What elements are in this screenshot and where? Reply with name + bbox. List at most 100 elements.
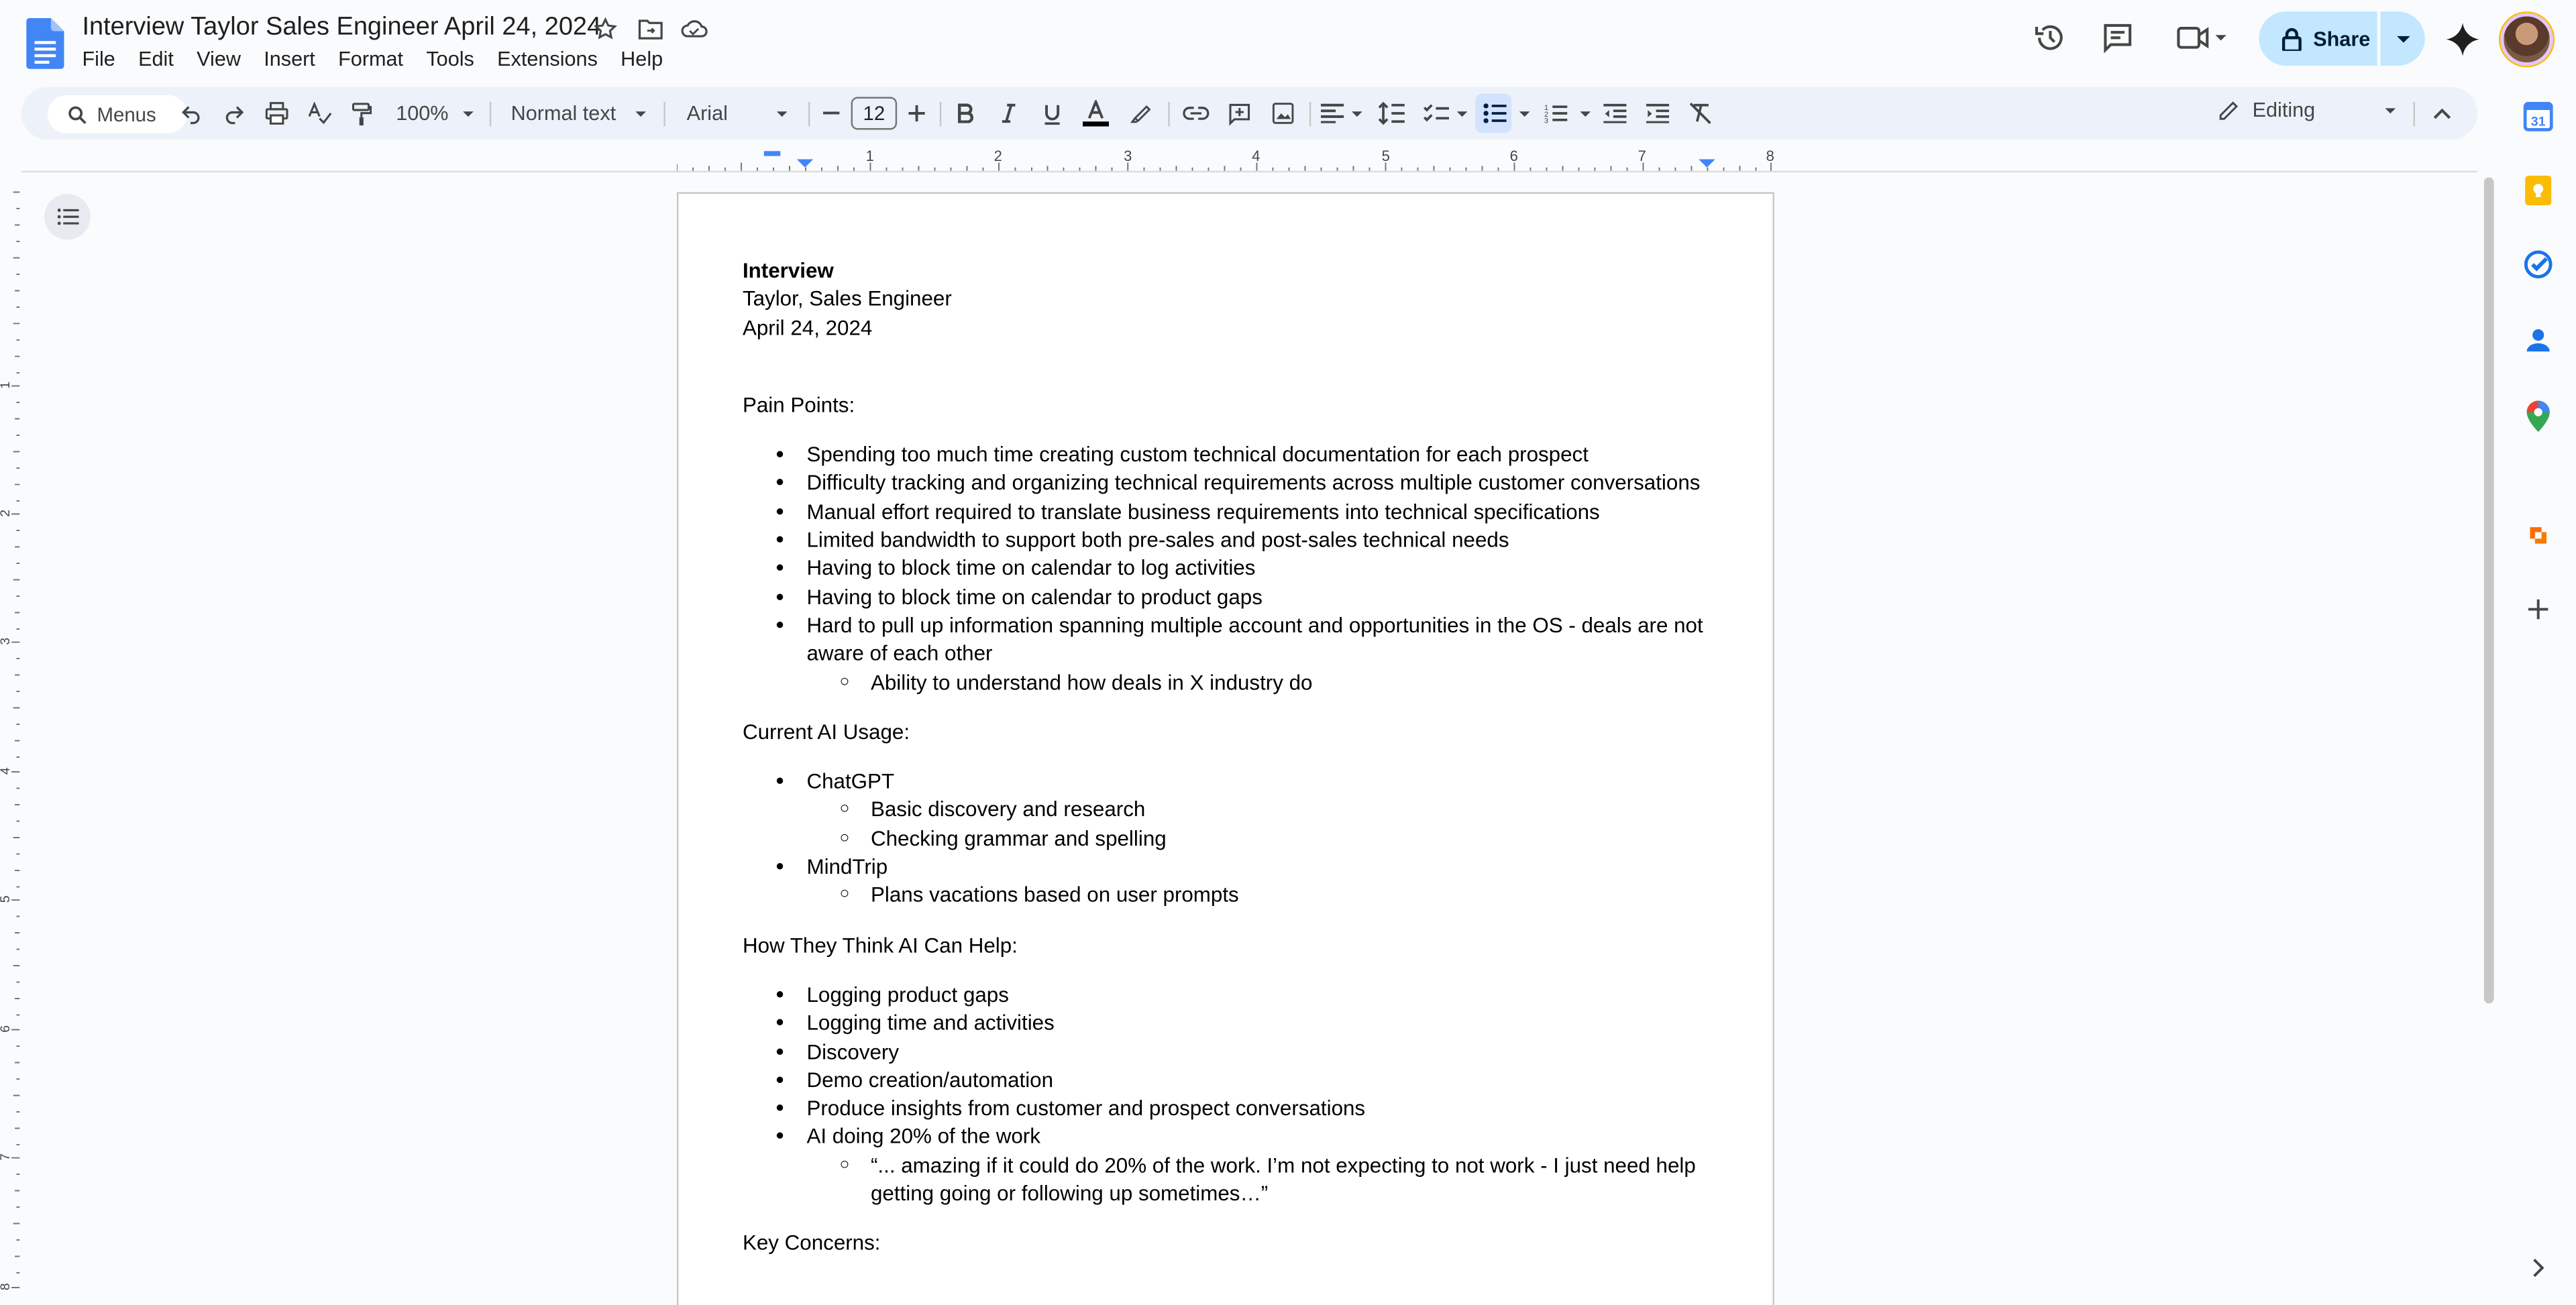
- sub-list-item: Ability to understand how deals in X ind…: [743, 668, 1728, 697]
- search-menus-input[interactable]: Menus: [48, 95, 188, 133]
- zoom-select[interactable]: 100%: [394, 97, 476, 129]
- doc-subtitle: Taylor, Sales Engineer: [742, 286, 952, 311]
- bold-icon[interactable]: [955, 97, 977, 129]
- doc-heading: Interview: [742, 258, 834, 283]
- underline-icon[interactable]: [1040, 97, 1063, 129]
- list-item: Logging time and activities: [743, 1009, 1728, 1037]
- vruler-label: 8: [0, 1283, 13, 1290]
- menu-extensions[interactable]: Extensions: [486, 46, 609, 72]
- paragraph-style-select[interactable]: Normal text: [511, 97, 651, 129]
- ruler-label: 4: [1252, 148, 1260, 164]
- menu-format[interactable]: Format: [327, 46, 415, 72]
- docs-logo-icon[interactable]: [26, 17, 64, 69]
- text-color-icon[interactable]: [1081, 97, 1110, 129]
- menu-file[interactable]: File: [70, 46, 127, 72]
- calendar-icon[interactable]: 31: [2520, 99, 2557, 135]
- insert-image-icon[interactable]: [1269, 97, 1298, 129]
- current-ai-list: ChatGPT Basic discovery and research Che…: [743, 767, 1728, 910]
- editing-mode-select[interactable]: Editing: [2218, 99, 2398, 121]
- version-history-icon[interactable]: [2031, 18, 2070, 58]
- svg-text:31: 31: [2531, 114, 2546, 129]
- search-menus-label: Menus: [97, 103, 156, 126]
- undo-icon[interactable]: [177, 97, 203, 129]
- vruler-label: 1: [0, 382, 13, 389]
- hide-menus-icon[interactable]: [2430, 97, 2453, 129]
- meet-icon[interactable]: [2170, 18, 2236, 58]
- checklist-select[interactable]: [1421, 97, 1470, 129]
- chevron-down-icon: [2385, 107, 2396, 113]
- spellcheck-icon[interactable]: [306, 97, 332, 129]
- comments-icon[interactable]: [2098, 18, 2137, 58]
- gemini-icon[interactable]: [2445, 21, 2481, 58]
- list-item: Manual effort required to translate busi…: [743, 498, 1728, 526]
- tasks-icon[interactable]: [2520, 246, 2557, 282]
- highlight-color-icon[interactable]: [1128, 97, 1155, 129]
- menu-insert[interactable]: Insert: [252, 46, 327, 72]
- list-item: Hard to pull up information spanning mul…: [743, 611, 1728, 668]
- menu-edit[interactable]: Edit: [127, 46, 185, 72]
- add-comment-icon[interactable]: [1224, 97, 1254, 129]
- share-button[interactable]: Share: [2259, 11, 2377, 66]
- decrease-indent-icon[interactable]: [1600, 97, 1629, 129]
- chevron-down-icon: [2396, 35, 2410, 42]
- chevron-down-icon: [1456, 111, 1468, 116]
- vruler-label: 7: [0, 1153, 13, 1161]
- section-title-key-concerns: Key Concerns:: [742, 1231, 881, 1255]
- increase-font-size-icon[interactable]: [907, 97, 926, 129]
- expand-side-panel-icon[interactable]: [2520, 1250, 2557, 1286]
- document-title[interactable]: Interview Taylor Sales Engineer April 24…: [82, 13, 601, 43]
- font-size-input[interactable]: 12: [851, 97, 898, 130]
- font-select[interactable]: Arial: [687, 97, 792, 129]
- maps-icon[interactable]: [2520, 398, 2557, 434]
- vertical-ruler[interactable]: 1 2 3 4 5 6 7 8: [0, 172, 20, 1305]
- clear-formatting-icon[interactable]: [1686, 97, 1715, 129]
- ruler-label: 5: [1381, 148, 1390, 164]
- document-outline-button[interactable]: [44, 193, 91, 240]
- paragraph-style-value: Normal text: [511, 101, 616, 125]
- move-folder-icon[interactable]: [636, 15, 664, 43]
- avatar[interactable]: [2500, 13, 2553, 66]
- document-page[interactable]: Interview Taylor, Sales Engineer April 2…: [676, 192, 1774, 1305]
- paint-format-icon[interactable]: [348, 97, 374, 129]
- decrease-font-size-icon[interactable]: [822, 97, 841, 129]
- list-item: Discovery: [743, 1037, 1728, 1066]
- redo-icon[interactable]: [220, 97, 246, 129]
- chevron-down-icon: [1352, 111, 1362, 116]
- increase-indent-icon[interactable]: [1643, 97, 1672, 129]
- ruler-label: 8: [1766, 148, 1774, 164]
- insert-link-icon[interactable]: [1181, 97, 1211, 129]
- menu-view[interactable]: View: [185, 46, 252, 72]
- add-addon-icon[interactable]: [2520, 591, 2557, 628]
- align-select[interactable]: [1320, 97, 1364, 129]
- menu-help[interactable]: Help: [609, 46, 674, 72]
- line-spacing-icon[interactable]: [1377, 97, 1406, 129]
- list-item: Having to block time on calendar to log …: [743, 554, 1728, 583]
- vruler-label: 5: [0, 895, 13, 903]
- italic-icon[interactable]: [998, 97, 1020, 129]
- ruler-label: 3: [1124, 148, 1132, 164]
- keep-icon[interactable]: [2520, 172, 2557, 209]
- list-item: Limited bandwidth to support both pre-sa…: [743, 526, 1728, 555]
- list-item: Having to block time on calendar to prod…: [743, 583, 1728, 612]
- chevron-down-icon: [1518, 111, 1529, 116]
- numbered-list-select[interactable]: 123: [1543, 97, 1592, 129]
- list-item: Spending too much time creating custom t…: [743, 441, 1728, 469]
- vertical-scrollbar[interactable]: [2483, 177, 2494, 1004]
- addon-icon[interactable]: [2520, 517, 2557, 553]
- doc-date: April 24, 2024: [742, 315, 873, 339]
- document-body[interactable]: Interview Taylor, Sales Engineer April 2…: [743, 256, 1728, 1257]
- print-icon[interactable]: [263, 97, 289, 129]
- contacts-icon[interactable]: [2520, 322, 2557, 358]
- list-item: Produce insights from customer and prosp…: [743, 1094, 1728, 1123]
- share-dropdown-button[interactable]: [2380, 11, 2425, 66]
- menu-tools[interactable]: Tools: [415, 46, 486, 72]
- list-item: MindTrip: [743, 852, 1728, 881]
- chevron-down-icon: [463, 111, 474, 116]
- star-icon[interactable]: [592, 15, 620, 43]
- sub-list-item: “... amazing if it could do 20% of the w…: [743, 1151, 1728, 1208]
- horizontal-ruler[interactable]: 1 2 3 4 5 6 7 8: [676, 148, 1774, 171]
- chevron-down-icon: [1579, 111, 1590, 116]
- cloud-saved-icon[interactable]: [680, 15, 708, 43]
- bulleted-list-select[interactable]: [1481, 97, 1533, 129]
- svg-text:3: 3: [1544, 117, 1548, 123]
